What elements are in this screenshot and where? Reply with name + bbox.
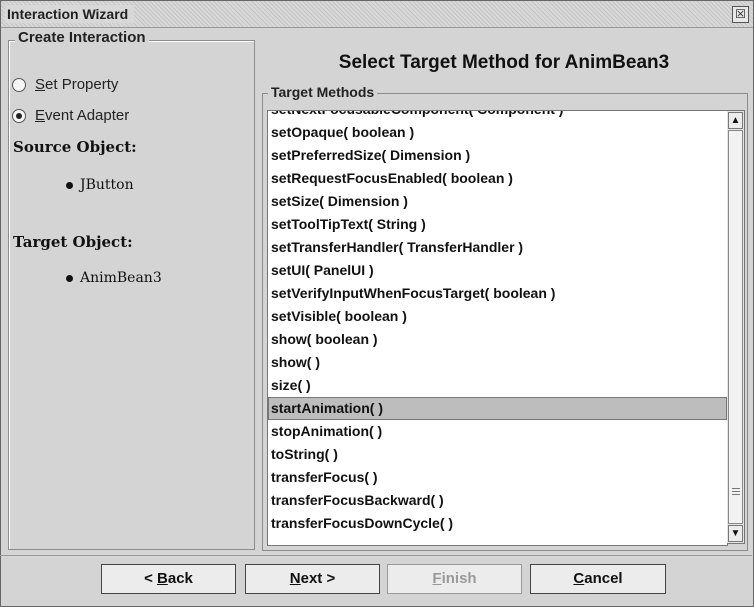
method-list-item[interactable]: transferFocus( ) xyxy=(268,466,727,489)
next-button[interactable]: Next > xyxy=(245,564,380,594)
method-list-item[interactable]: show( boolean ) xyxy=(268,328,727,351)
method-list-item[interactable]: show( ) xyxy=(268,351,727,374)
method-list-item[interactable]: setTransferHandler( TransferHandler ) xyxy=(268,236,727,259)
finish-button: Finish xyxy=(387,564,522,594)
method-list-item[interactable]: setUI( PanelUI ) xyxy=(268,259,727,282)
method-list-item[interactable]: setPreferredSize( Dimension ) xyxy=(268,144,727,167)
scroll-up-icon[interactable]: ▲ xyxy=(728,112,743,129)
bullet-icon xyxy=(66,274,73,282)
method-list-item[interactable]: setRequestFocusEnabled( boolean ) xyxy=(268,167,727,190)
method-list-item[interactable]: setToolTipText( String ) xyxy=(268,213,727,236)
source-object-value: JButton xyxy=(80,177,134,193)
method-list-item[interactable]: size( ) xyxy=(268,374,727,397)
back-button[interactable]: < Back xyxy=(101,564,236,594)
target-methods-list[interactable]: setNextFocusableComponent( Component )se… xyxy=(267,110,728,546)
event-adapter-label: Event Adapter xyxy=(35,107,130,124)
window-title: Interaction Wizard xyxy=(5,5,135,23)
event-adapter-radio[interactable]: Event Adapter xyxy=(12,107,129,124)
grip-icon xyxy=(732,488,740,497)
scroll-thumb[interactable] xyxy=(728,130,743,524)
method-list-item[interactable]: toString( ) xyxy=(268,443,727,466)
event-adapter-radio-icon[interactable] xyxy=(12,108,26,123)
target-methods-title: Target Methods xyxy=(268,84,378,100)
target-object-item: AnimBean3 xyxy=(66,270,162,286)
method-list-item[interactable]: setOpaque( boolean ) xyxy=(268,121,727,144)
method-list-item[interactable]: startAnimation( ) xyxy=(268,397,727,420)
set-property-label: Set Property xyxy=(35,76,119,93)
cancel-button[interactable]: Cancel xyxy=(530,564,666,594)
page-title: Select Target Method for AnimBean3 xyxy=(338,52,670,73)
method-list-item[interactable]: setVisible( boolean ) xyxy=(268,305,727,328)
source-object-heading: Source Object: xyxy=(13,138,137,156)
method-list-item[interactable]: transferFocusDownCycle( ) xyxy=(268,512,727,535)
source-object-item: JButton xyxy=(66,177,134,193)
method-list-item[interactable]: setSize( Dimension ) xyxy=(268,190,727,213)
close-icon[interactable]: ☒ xyxy=(732,6,749,23)
method-list-item[interactable]: setVerifyInputWhenFocusTarget( boolean ) xyxy=(268,282,727,305)
bullet-icon xyxy=(66,181,73,189)
set-property-radio[interactable]: Set Property xyxy=(12,76,118,93)
target-object-value: AnimBean3 xyxy=(80,270,162,286)
method-list-item[interactable]: transferFocusBackward( ) xyxy=(268,489,727,512)
title-bar[interactable]: Interaction Wizard ☒ xyxy=(1,1,753,28)
set-property-radio-icon[interactable] xyxy=(12,77,26,92)
method-list-item[interactable]: stopAnimation( ) xyxy=(268,420,727,443)
method-list-item[interactable]: setNextFocusableComponent( Component ) xyxy=(268,111,727,121)
target-object-heading: Target Object: xyxy=(13,233,133,251)
list-scrollbar[interactable]: ▲ ▼ xyxy=(727,110,745,544)
scroll-down-icon[interactable]: ▼ xyxy=(728,525,743,542)
create-interaction-title: Create Interaction xyxy=(15,29,149,46)
